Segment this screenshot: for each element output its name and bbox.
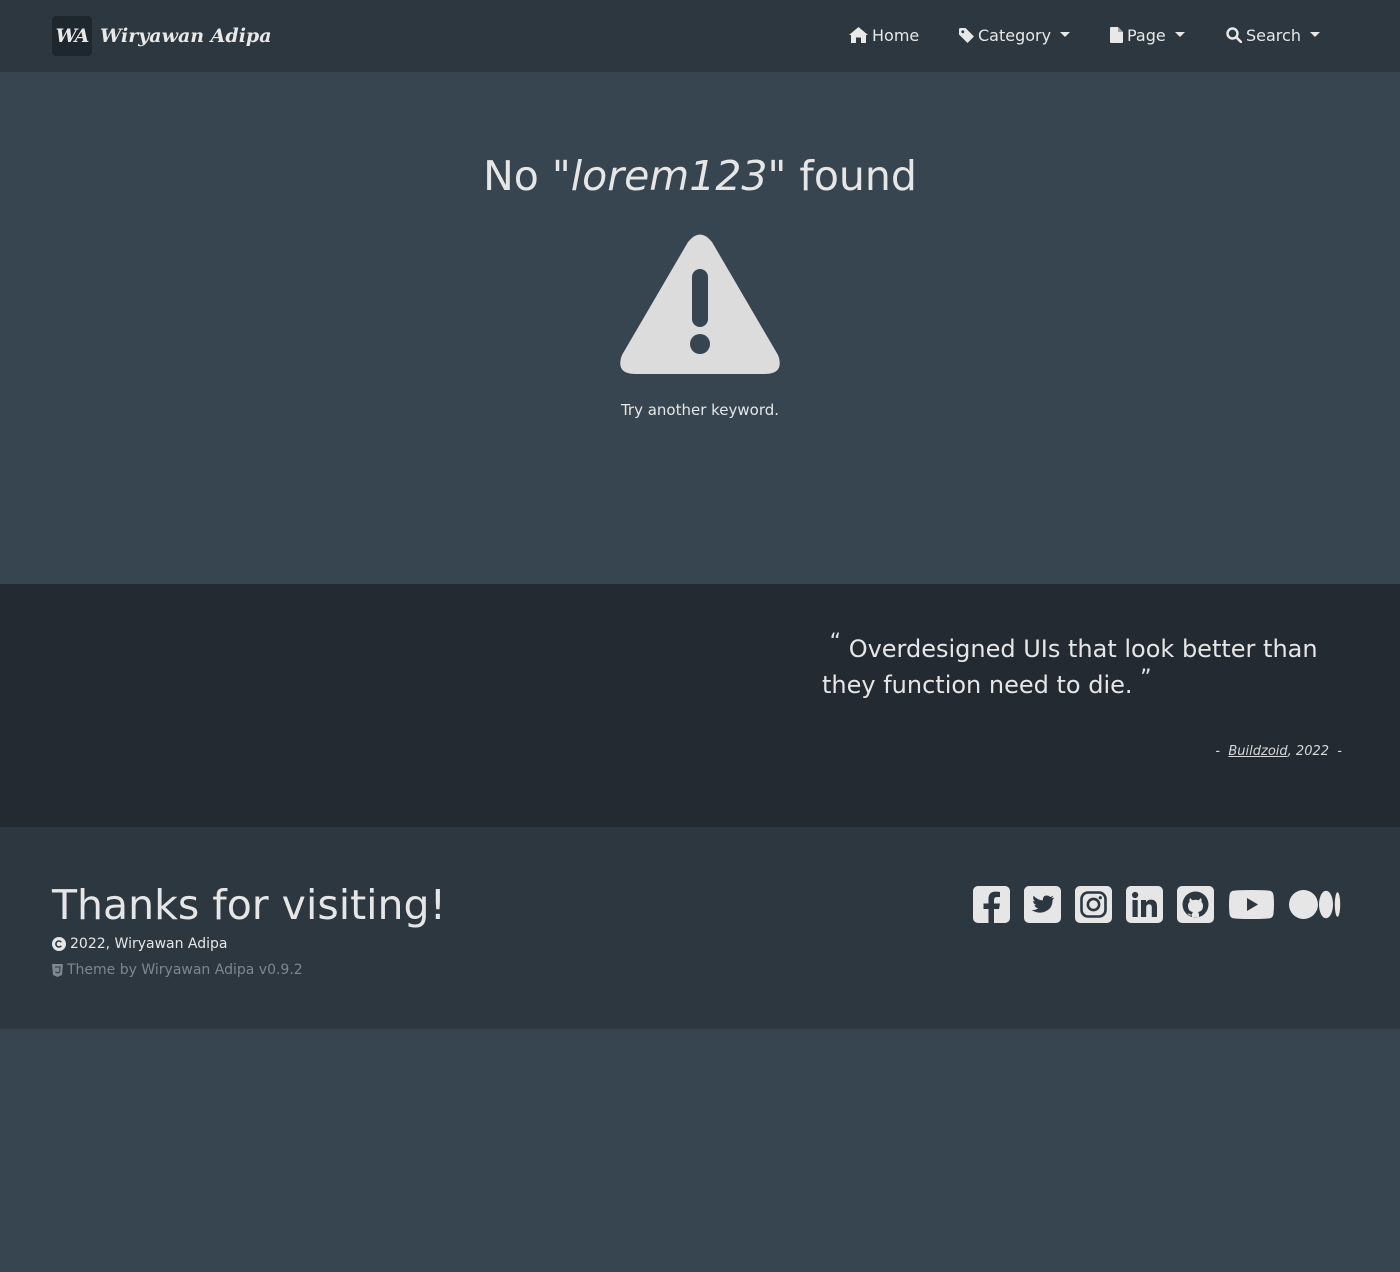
file-icon <box>1110 27 1123 43</box>
quote-author-link[interactable]: Buildzoid <box>1228 744 1287 759</box>
search-keyword: lorem123 <box>570 152 768 200</box>
heading-suffix: " found <box>767 152 917 200</box>
quote-year: , 2022 <box>1287 744 1330 759</box>
nav-home[interactable]: Home <box>849 22 919 48</box>
theme-credit-text: Theme by Wiryawan Adipa v0.9.2 <box>67 962 303 978</box>
linkedin-icon[interactable] <box>1126 886 1163 923</box>
open-quote-mark: “ <box>829 630 842 655</box>
quote-body: Overdesigned UIs that look better than t… <box>822 635 1318 699</box>
chevron-down-icon <box>1174 31 1185 37</box>
copyright-icon <box>52 937 66 951</box>
tag-icon <box>959 27 974 43</box>
cite-dash-right: - <box>1337 744 1342 759</box>
chevron-down-icon <box>1309 31 1320 37</box>
heading-prefix: No " <box>483 152 571 200</box>
footer: Thanks for visiting! 2022, Wiryawan Adip… <box>0 827 1400 1029</box>
search-icon <box>1226 27 1242 43</box>
github-icon[interactable] <box>1177 886 1214 923</box>
copyright-text: 2022, Wiryawan Adipa <box>70 936 228 952</box>
brand-link[interactable]: WA Wiryawan Adipa <box>52 16 272 56</box>
search-result-section: No "lorem123" found Try another keyword. <box>0 72 1400 584</box>
copyright: 2022, Wiryawan Adipa <box>52 936 228 952</box>
footer-heading: Thanks for visiting! <box>52 881 447 929</box>
nav-page[interactable]: Page <box>1110 22 1185 48</box>
medium-icon[interactable] <box>1289 886 1341 923</box>
nav-search[interactable]: Search <box>1226 22 1320 48</box>
youtube-icon[interactable] <box>1229 886 1274 923</box>
navbar: WA Wiryawan Adipa Home Category Page Sea… <box>0 0 1400 72</box>
brand-logo: WA <box>52 16 92 56</box>
nav-search-label: Search <box>1246 25 1301 45</box>
twitter-icon[interactable] <box>1024 886 1061 923</box>
quote-citation: - Buildzoid, 2022 - <box>1215 744 1342 759</box>
nav-category-label: Category <box>978 25 1052 45</box>
facebook-icon[interactable] <box>973 886 1010 923</box>
no-result-heading: No "lorem123" found <box>0 152 1400 200</box>
nav-page-label: Page <box>1127 25 1166 45</box>
cite-dash-left: - <box>1215 744 1221 759</box>
close-quote-mark: ” <box>1140 666 1152 691</box>
instagram-icon[interactable] <box>1075 886 1112 923</box>
brand-name: Wiryawan Adipa <box>100 25 272 47</box>
theme-credit: Theme by Wiryawan Adipa v0.9.2 <box>52 962 303 978</box>
home-icon <box>849 27 868 43</box>
nav-home-label: Home <box>872 25 920 45</box>
hint-text: Try another keyword. <box>620 401 780 419</box>
html5-icon <box>52 963 63 977</box>
chevron-down-icon <box>1060 31 1071 37</box>
warning-triangle-icon <box>620 234 780 374</box>
quote-text: “ Overdesigned UIs that look better than… <box>822 630 1352 703</box>
quote-section: “ Overdesigned UIs that look better than… <box>0 584 1400 827</box>
nav-category[interactable]: Category <box>959 22 1071 48</box>
